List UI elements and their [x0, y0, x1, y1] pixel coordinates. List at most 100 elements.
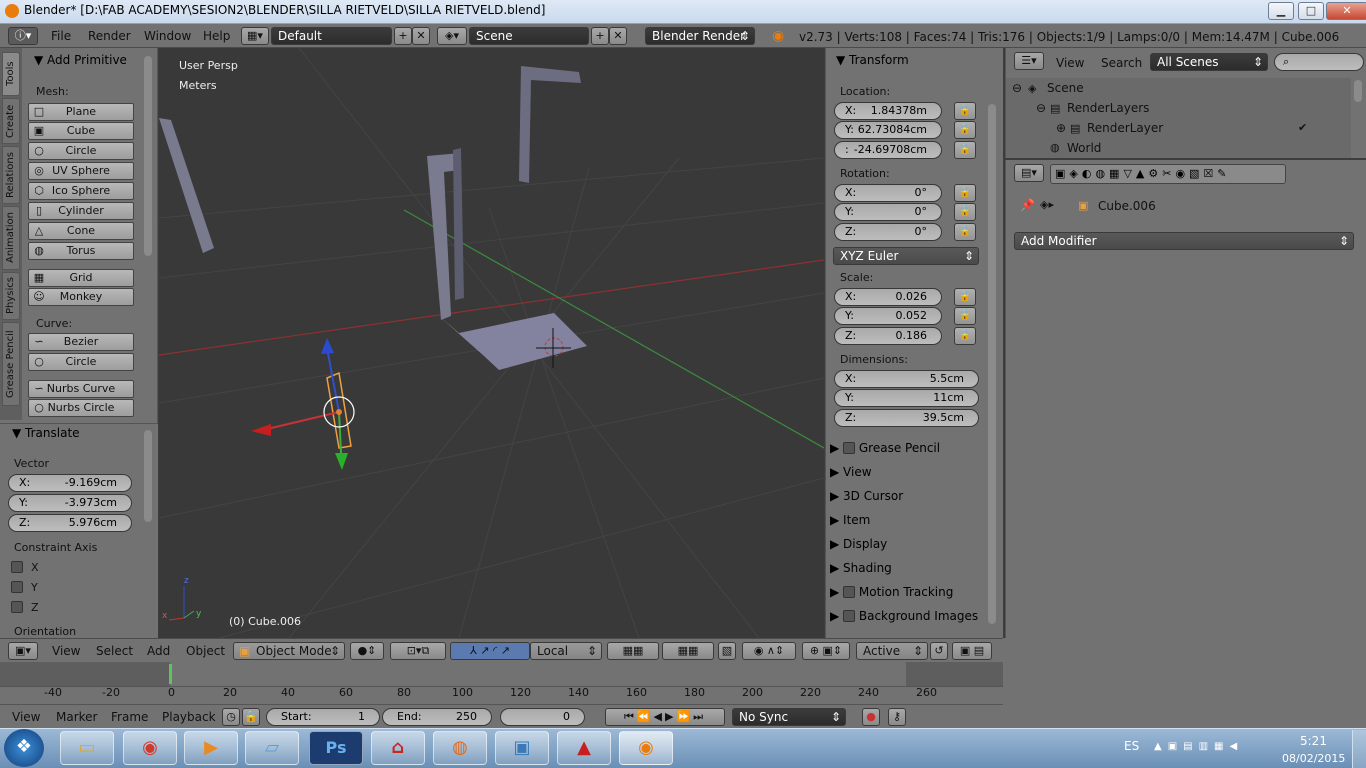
proportional-edit-icon[interactable]: ◉ ∧⇕ [742, 642, 796, 660]
record-icon[interactable]: ● [862, 708, 880, 726]
rotation-x-field[interactable]: X: 0° [834, 184, 942, 202]
tree-item-renderlayers[interactable]: RenderLayers [1067, 101, 1149, 115]
notepad-taskbar-icon[interactable]: ▱ [245, 731, 299, 765]
section-grease-pencil[interactable]: ▶ Grease Pencil [830, 441, 980, 461]
translate-y-field[interactable]: Y: -3.973cm [8, 494, 132, 512]
current-frame-field[interactable]: 0 [500, 708, 585, 726]
align-rotation-icon[interactable]: ↺ [930, 642, 948, 660]
add-uv-sphere-button[interactable]: ◎ UV Sphere [28, 162, 134, 180]
keying-set-icon[interactable]: ⚷ [888, 708, 906, 726]
viewport-menu-select[interactable]: Select [96, 644, 133, 658]
pivot-point-icon[interactable]: ⊡▾⧉ [390, 642, 446, 660]
add-curve-circle-button[interactable]: ○ Circle [28, 353, 134, 371]
chrome-taskbar-icon[interactable]: ◉ [123, 731, 177, 765]
tab-tools[interactable]: Tools [2, 52, 20, 96]
3d-view-editor-icon[interactable]: ▣▾ [8, 642, 38, 660]
media-player-taskbar-icon[interactable]: ▶ [184, 731, 238, 765]
constraint-y-checkbox[interactable] [11, 581, 23, 593]
gizmo-x-arrow[interactable] [251, 424, 271, 436]
tool-shelf-scrollbar[interactable] [144, 56, 152, 256]
snap-target-select[interactable]: Active ⇕ [856, 642, 928, 660]
start-button[interactable]: ❖ [4, 729, 44, 767]
layout-grid-icon[interactable]: ▦▾ [241, 27, 269, 45]
pin-icon[interactable]: 📌 [1020, 198, 1035, 212]
dimension-z-field[interactable]: Z: 39.5cm [834, 409, 979, 427]
mode-select[interactable]: ▣ Object Mode ⇕ [233, 642, 345, 660]
add-bezier-button[interactable]: ∽ Bezier [28, 333, 134, 351]
translate-scrollbar[interactable] [144, 430, 152, 522]
location-z-field[interactable]: : -24.69708cm [834, 141, 942, 159]
transform-orientation-select[interactable]: Local ⇕ [530, 642, 602, 660]
tree-expand-renderlayers-icon[interactable]: ⊖ [1036, 101, 1046, 115]
add-primitive-header[interactable]: ▼ Add Primitive [34, 53, 127, 67]
section-display[interactable]: ▶ Display [830, 537, 980, 557]
tree-expand-renderlayer-icon[interactable]: ⊕ [1056, 121, 1066, 135]
scene-icon[interactable]: ◈▾ [437, 27, 467, 45]
tab-grease-pencil[interactable]: Grease Pencil [2, 322, 20, 406]
translate-x-field[interactable]: X: -9.169cm [8, 474, 132, 492]
lock-location-z-icon[interactable]: 🔒 [954, 141, 976, 159]
scale-z-field[interactable]: Z: 0.186 [834, 327, 942, 345]
motion-tracking-checkbox[interactable] [843, 586, 856, 598]
constraint-x-checkbox[interactable] [11, 561, 23, 573]
add-modifier-select[interactable]: Add Modifier ⇕ [1014, 232, 1354, 250]
add-cone-button[interactable]: △ Cone [28, 222, 134, 240]
rotation-y-field[interactable]: Y: 0° [834, 203, 942, 221]
add-ico-sphere-button[interactable]: ⬡ Ico Sphere [28, 182, 134, 200]
render-engine-select[interactable]: Blender Render ⇕ [645, 27, 755, 45]
outliner-scrollbar[interactable] [1354, 80, 1362, 102]
layers-grid-2[interactable]: ▦▦ [662, 642, 714, 660]
photoshop-taskbar-icon[interactable]: Ps [309, 731, 363, 765]
photos-taskbar-icon[interactable]: ▣ [495, 731, 549, 765]
location-x-field[interactable]: X: 1.84378m [834, 102, 942, 120]
outliner-editor-icon[interactable]: ☰▾ [1014, 52, 1044, 70]
lock-scale-y-icon[interactable]: 🔒 [954, 307, 976, 325]
lock-range-icon[interactable]: 🔒 [242, 708, 260, 726]
add-nurbs-curve-button[interactable]: ∽ Nurbs Curve [28, 380, 134, 398]
timeline[interactable]: -40 -20 0 20 40 60 80 100 120 140 160 18… [0, 662, 1003, 704]
add-monkey-button[interactable]: ☺ Monkey [28, 288, 134, 306]
autocad-taskbar-icon[interactable]: ▲ [557, 731, 611, 765]
menu-file[interactable]: File [51, 29, 71, 43]
lock-location-x-icon[interactable]: 🔒 [954, 102, 976, 120]
add-grid-button[interactable]: ▦ Grid [28, 269, 134, 287]
dimension-y-field[interactable]: Y: 11cm [834, 389, 979, 407]
section-view[interactable]: ▶ View [830, 465, 980, 485]
render-preview-icon[interactable]: ▣ ▤ [952, 642, 992, 660]
properties-editor-icon[interactable]: ▤▾ [1014, 164, 1044, 182]
menu-help[interactable]: Help [203, 29, 230, 43]
clock-time[interactable]: 5:21 [1300, 734, 1327, 748]
snap-icon[interactable]: ⊕ ▣⇕ [802, 642, 850, 660]
layout-add-icon[interactable]: + [394, 27, 412, 45]
viewport-menu-object[interactable]: Object [186, 644, 225, 658]
sync-mode-select[interactable]: No Sync ⇕ [732, 708, 846, 726]
menu-window[interactable]: Window [144, 29, 191, 43]
explorer-taskbar-icon[interactable]: ▭ [60, 731, 114, 765]
3d-viewport[interactable]: User Persp Meters (0) Cube.006 z x y [159, 48, 824, 638]
tab-create[interactable]: Create [2, 98, 20, 144]
playback-controls[interactable]: ⏮⏪◀▶⏩⏭ [605, 708, 725, 726]
tree-item-renderlayer[interactable]: RenderLayer [1087, 121, 1163, 135]
end-frame-field[interactable]: End: 250 [382, 708, 492, 726]
scene-remove-icon[interactable]: ✕ [609, 27, 627, 45]
firefox-taskbar-icon[interactable]: ◍ [433, 731, 487, 765]
outliner-search-input[interactable]: ⌕ [1274, 53, 1364, 71]
tree-item-world[interactable]: World [1067, 141, 1101, 155]
outliner-menu-view[interactable]: View [1056, 56, 1084, 70]
tray-icons[interactable]: ▲▣▤▥▦◀ [1154, 741, 1243, 752]
viewport-menu-add[interactable]: Add [147, 644, 170, 658]
timeline-menu-marker[interactable]: Marker [56, 710, 97, 724]
maximize-button[interactable]: □ [1298, 2, 1324, 20]
viewport-menu-view[interactable]: View [52, 644, 80, 658]
section-item[interactable]: ▶ Item [830, 513, 980, 533]
section-motion-tracking[interactable]: ▶ Motion Tracking [830, 585, 980, 605]
language-indicator[interactable]: ES [1124, 739, 1139, 753]
scale-x-field[interactable]: X: 0.026 [834, 288, 942, 306]
rotation-mode-select[interactable]: XYZ Euler ⇕ [833, 247, 979, 265]
translate-header[interactable]: ▼ Translate [12, 426, 80, 440]
acrobat-taskbar-icon[interactable]: ⌂ [371, 731, 425, 765]
grease-pencil-checkbox[interactable] [843, 442, 856, 454]
add-cube-button[interactable]: ▣ Cube [28, 122, 134, 140]
add-cylinder-button[interactable]: ▯ Cylinder [28, 202, 134, 220]
render-layer-icon[interactable]: ▧ [718, 642, 736, 660]
